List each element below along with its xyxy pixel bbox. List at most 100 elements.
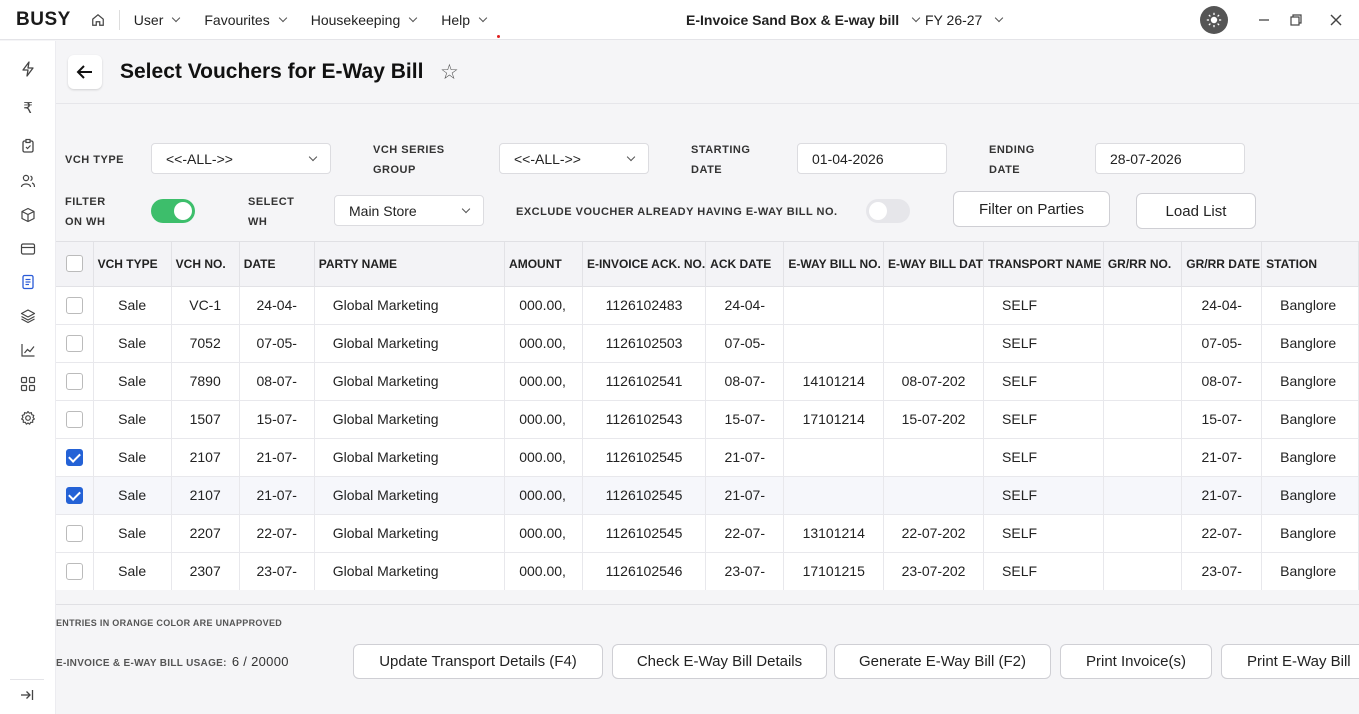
table-header-row: VCH TYPE VCH NO. DATE PARTY NAME AMOUNT E-INV…	[56, 242, 1359, 287]
main-menu: User Favourites Housekeeping Help	[134, 12, 511, 28]
row-checkbox[interactable]	[65, 410, 83, 428]
generate-eway-bill-button[interactable]: Generate E-Way Bill (F2)	[834, 644, 1051, 679]
table-cell: 24-04-	[705, 286, 785, 325]
print-invoice-button[interactable]: Print Invoice(s)	[1060, 644, 1212, 679]
rupee-icon[interactable]: ₹	[20, 100, 36, 117]
table-row[interactable]: Sale 7052 07-05- Global Marketing ,000.00 112…	[56, 324, 1359, 363]
restore-button[interactable]	[1286, 10, 1306, 30]
clipboard-icon[interactable]	[20, 138, 36, 154]
table-cell	[1103, 438, 1183, 477]
lightning-icon[interactable]	[20, 61, 36, 77]
row-select-cell[interactable]	[56, 476, 94, 515]
exclude-voucher-label: EXCLUDE VOUCHER ALREADY HAVING E-WAY BIL…	[516, 206, 838, 218]
filter-wh-toggle[interactable]	[151, 199, 195, 223]
table-cell: 08-07-	[239, 362, 315, 401]
table-cell: ,000.00	[504, 476, 583, 515]
check-eway-bill-button[interactable]: Check E-Way Bill Details	[612, 644, 827, 679]
table-row[interactable]: Sale 2307 23-07- Global Marketing ,000.00 112…	[56, 552, 1359, 590]
column-header[interactable]: VCH TYPE	[93, 242, 172, 287]
vch-series-select[interactable]: <<-ALL->>	[499, 143, 649, 174]
menu-favourites[interactable]: Favourites	[204, 11, 287, 28]
menu-help[interactable]: Help	[441, 12, 488, 28]
select-all-cell[interactable]	[56, 242, 94, 287]
column-header[interactable]: E-WAY BILL DAT	[883, 242, 985, 287]
column-header[interactable]: ACK DATE	[705, 242, 785, 287]
row-select-cell[interactable]	[56, 514, 94, 553]
table-row[interactable]: Sale VC-1 24-04- Global Marketing ,000.00 112…	[56, 286, 1359, 325]
row-select-cell[interactable]	[56, 324, 94, 363]
box-icon[interactable]	[20, 207, 36, 223]
table-cell: Global Marketing	[314, 438, 506, 477]
table-cell: Sale	[93, 362, 172, 401]
table-row[interactable]: Sale 1507 15-07- Global Marketing ,000.00 112…	[56, 400, 1359, 439]
close-button[interactable]	[1326, 10, 1346, 30]
row-select-cell[interactable]	[56, 362, 94, 401]
table-row[interactable]: Sale 2107 21-07- Global Marketing ,000.00 112…	[56, 438, 1359, 477]
row-checkbox[interactable]	[65, 448, 83, 466]
column-header[interactable]: STATION	[1261, 242, 1359, 287]
vch-type-select[interactable]: <<-ALL->>	[151, 143, 331, 174]
column-header[interactable]: PARTY NAME	[314, 242, 506, 287]
menu-favourites-label: Favourites	[204, 11, 270, 28]
table-cell: 22-07-	[705, 514, 785, 553]
row-checkbox[interactable]	[65, 524, 83, 542]
table-cell: 21-07-	[705, 438, 785, 477]
update-transport-button[interactable]: Update Transport Details (F4)	[353, 644, 603, 679]
table-row[interactable]: Sale 2107 21-07- Global Marketing ,000.00 112…	[56, 476, 1359, 515]
chart-icon[interactable]	[20, 342, 36, 358]
row-checkbox[interactable]	[65, 334, 83, 352]
users-icon[interactable]	[20, 173, 36, 189]
row-select-cell[interactable]	[56, 552, 94, 590]
column-header[interactable]: TRANSPORT NAME	[983, 242, 1104, 287]
table-cell: 1126102545	[582, 438, 707, 477]
row-select-cell[interactable]	[56, 400, 94, 439]
grid-icon[interactable]	[20, 376, 36, 392]
load-list-button[interactable]: Load List	[1136, 193, 1256, 229]
document-icon[interactable]	[20, 274, 36, 290]
table-cell: 21-07-	[1181, 438, 1263, 477]
row-checkbox[interactable]	[65, 562, 83, 580]
starting-date-input[interactable]: 01-04-2026	[797, 143, 947, 174]
row-checkbox[interactable]	[65, 486, 83, 504]
column-header[interactable]: VCH NO.	[171, 242, 240, 287]
table-cell	[883, 286, 985, 325]
table-row[interactable]: Sale 7890 08-07- Global Marketing ,000.00 112…	[56, 362, 1359, 401]
column-header[interactable]: E-WAY BILL NO.	[783, 242, 885, 287]
column-header[interactable]: GR/RR DATE	[1181, 242, 1263, 287]
table-cell: SELF	[983, 514, 1104, 553]
expand-sidebar-button[interactable]	[10, 679, 44, 709]
select-all-checkbox[interactable]	[65, 255, 83, 273]
table-cell	[1103, 514, 1183, 553]
ending-date-input[interactable]: 28-07-2026	[1095, 143, 1245, 174]
select-wh-select[interactable]: Main Store	[334, 195, 484, 226]
exclude-voucher-toggle[interactable]	[866, 199, 910, 223]
star-icon[interactable]: ☆	[440, 60, 459, 85]
table-cell	[783, 286, 885, 325]
table-cell: 17101214	[783, 400, 885, 439]
restore-icon	[1290, 14, 1302, 26]
layers-icon[interactable]	[20, 308, 36, 324]
filter-on-parties-button[interactable]: Filter on Parties	[953, 191, 1110, 227]
column-header[interactable]: E-INVOICE ACK. NO.	[582, 242, 707, 287]
back-button[interactable]	[68, 55, 102, 89]
row-select-cell[interactable]	[56, 286, 94, 325]
column-header[interactable]: DATE	[239, 242, 315, 287]
table-cell: Global Marketing	[314, 324, 506, 363]
menu-housekeeping[interactable]: Housekeeping	[311, 12, 418, 28]
chevron-down-icon	[995, 13, 1004, 23]
table-row[interactable]: Sale 2207 22-07- Global Marketing ,000.00 112…	[56, 514, 1359, 553]
card-icon[interactable]	[20, 241, 36, 257]
minimize-button[interactable]	[1254, 10, 1274, 30]
row-checkbox[interactable]	[65, 296, 83, 314]
fy-selector[interactable]: FY 26-27	[925, 12, 1004, 28]
company-selector[interactable]: E-Invoice Sand Box & E-way bill	[686, 12, 921, 28]
menu-user[interactable]: User	[134, 12, 181, 28]
theme-toggle-button[interactable]	[1200, 6, 1228, 34]
gear-icon[interactable]	[20, 410, 36, 426]
print-eway-bill-button[interactable]: Print E-Way Bill	[1221, 644, 1359, 679]
column-header[interactable]: GR/RR NO.	[1103, 242, 1183, 287]
row-checkbox[interactable]	[65, 372, 83, 390]
home-icon[interactable]	[91, 13, 105, 27]
row-select-cell[interactable]	[56, 438, 94, 477]
column-header[interactable]: AMOUNT	[504, 242, 583, 287]
